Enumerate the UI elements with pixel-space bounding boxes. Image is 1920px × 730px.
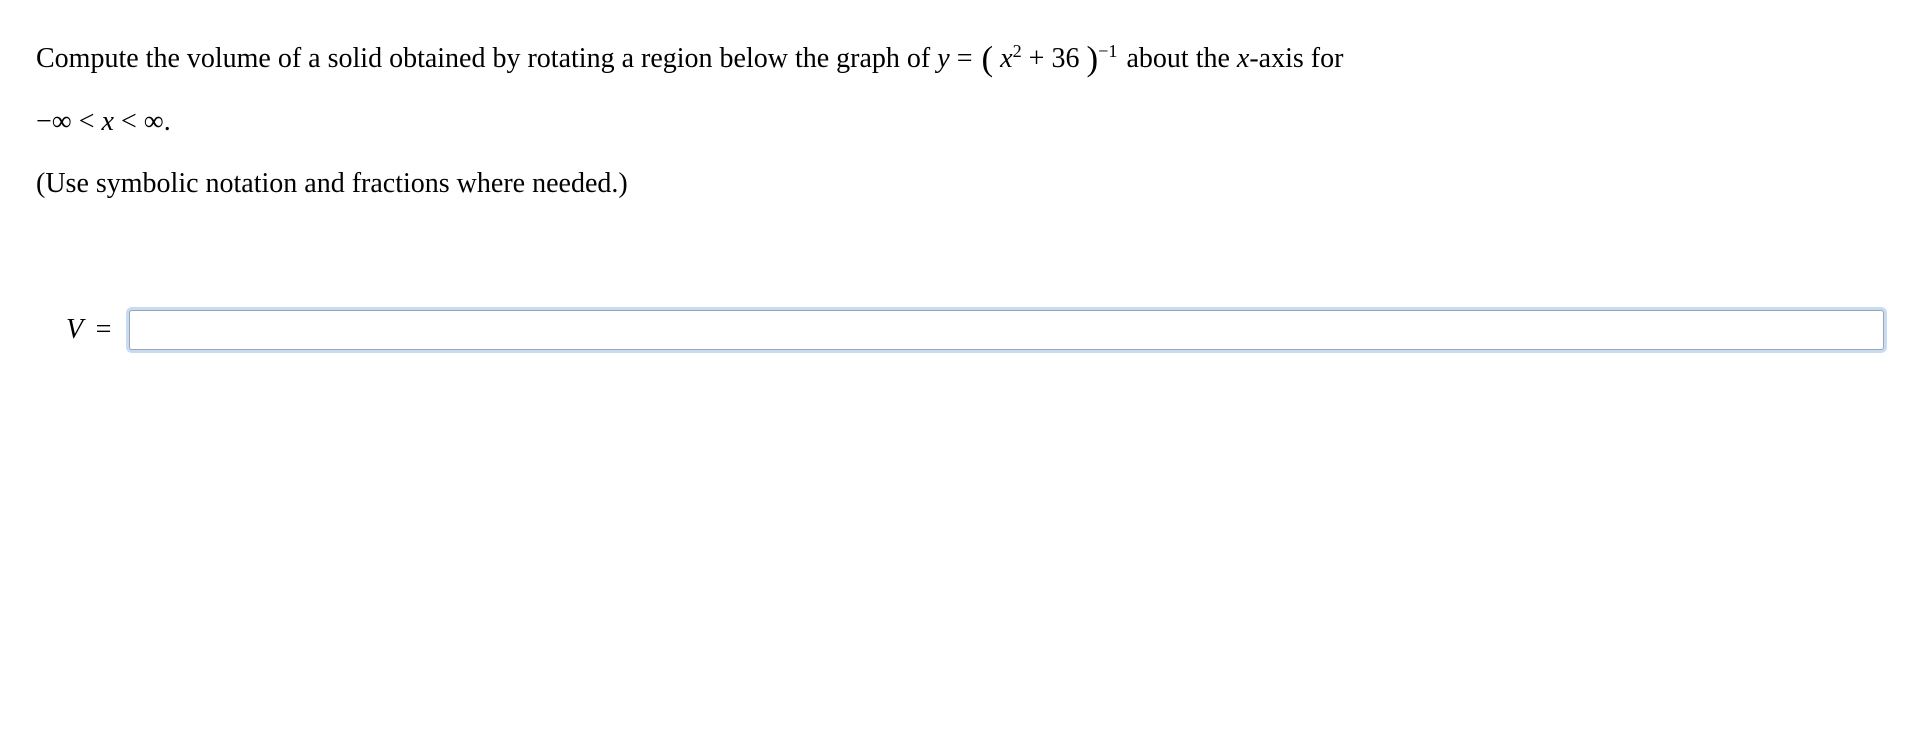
problem-statement: Compute the volume of a solid obtained b… (36, 24, 1884, 150)
problem-line-2: −∞ < x < ∞. (36, 94, 1884, 150)
exponent-2: 2 (1013, 41, 1022, 61)
range-neginf: −∞ < (36, 106, 102, 137)
answer-row: V = (36, 310, 1884, 350)
problem-prefix: Compute the volume of a solid obtained b… (36, 43, 937, 74)
x-axis-rest: -axis for (1249, 43, 1343, 74)
open-paren: ( (981, 39, 993, 78)
exponent-neg1: −1 (1098, 41, 1117, 61)
var-x: x (1000, 43, 1012, 74)
instruction-text: (Use symbolic notation and fractions whe… (36, 168, 1884, 200)
range-period: . (164, 106, 171, 137)
question-page: Compute the volume of a solid obtained b… (0, 0, 1920, 374)
x-axis-x: x (1237, 43, 1249, 74)
label-equals: = (96, 314, 112, 345)
answer-label: V = (66, 314, 111, 346)
plus-36: + 36 (1029, 43, 1080, 74)
range-posinf: < ∞ (114, 106, 164, 137)
problem-line-1: Compute the volume of a solid obtained b… (36, 24, 1884, 94)
problem-suffix: about the (1126, 43, 1236, 74)
close-paren: ) (1086, 39, 1098, 78)
answer-input[interactable] (129, 310, 1884, 350)
equals-sign: = (957, 43, 980, 74)
expression-paren: ( x2 + 36 )−1 (979, 24, 1119, 94)
range-x: x (102, 106, 114, 137)
var-y: y (937, 43, 949, 74)
label-V: V (66, 314, 83, 345)
